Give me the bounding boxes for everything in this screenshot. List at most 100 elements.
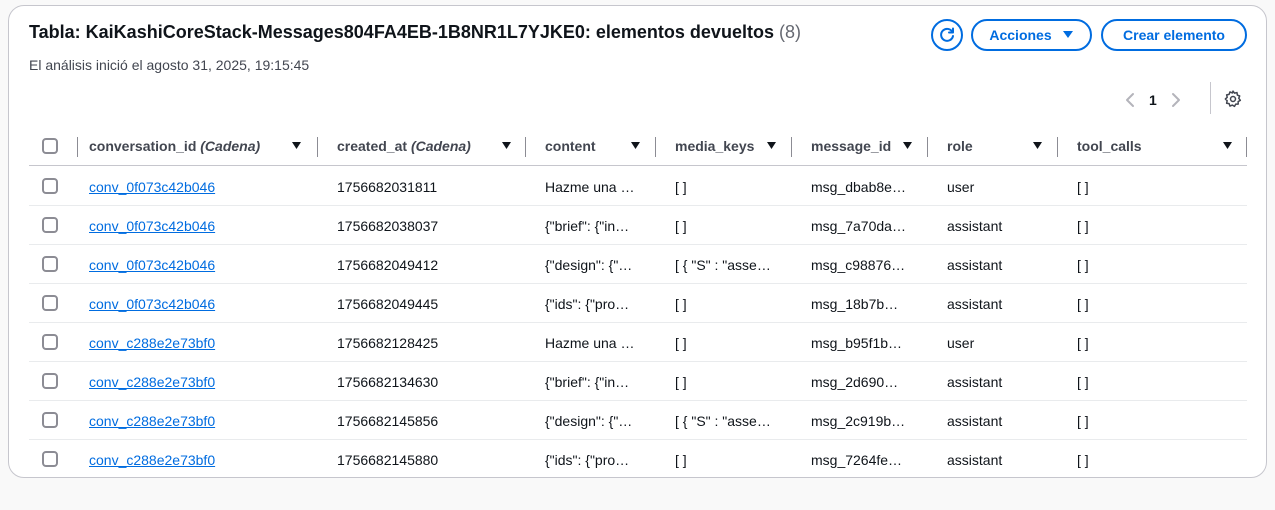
column-divider[interactable] [1057,137,1058,157]
sort-caret-icon[interactable] [1222,141,1233,151]
cell-value: [ ] [1077,451,1089,468]
conversation-id-link[interactable]: conv_c288e2e73bf0 [89,452,215,468]
table-row[interactable]: conv_c288e2e73bf0 1756682128425 Hazme una … [29,323,1247,362]
cell-message-id: msg_18b7b… [811,284,921,323]
refresh-button[interactable] [931,19,963,51]
column-header-media-keys[interactable]: media_keys [675,126,754,166]
column-divider [1246,137,1247,157]
cell-value: {"brief": {"in… [545,373,630,390]
column-header-created-at[interactable]: created_at (Cadena) [337,126,471,166]
cell-value: assistant [947,256,1003,273]
cell-media-keys: [ ] [675,440,785,479]
cell-content: {"ids": {"pro… [545,440,649,479]
conversation-id-link[interactable]: conv_0f073c42b046 [89,179,215,195]
chevron-right-icon[interactable] [1171,92,1181,108]
column-header-role[interactable]: role [947,126,973,166]
cell-value: 1756682145880 [337,451,439,468]
conversation-id-link[interactable]: conv_0f073c42b046 [89,218,215,234]
cell-content: {"design": {"… [545,245,649,284]
cell-role: assistant [947,284,1052,323]
gear-icon [1224,90,1242,108]
sort-caret-icon[interactable] [766,141,777,151]
column-divider[interactable] [525,137,526,157]
cell-created-at: 1756682128425 [337,323,517,362]
cell-value: [ ] [1077,256,1089,273]
cell-value: msg_c98876… [811,256,906,273]
column-divider[interactable] [791,137,792,157]
cell-value: 1756682145856 [337,412,439,429]
row-checkbox[interactable] [42,334,58,350]
cell-conversation-id: conv_c288e2e73bf0 [89,362,309,401]
sort-caret-icon[interactable] [291,141,302,151]
table-row[interactable]: conv_0f073c42b046 1756682031811 Hazme una … [29,167,1247,206]
column-divider[interactable] [927,137,928,157]
cell-message-id: msg_2c919b… [811,401,921,440]
cell-value: msg_7a70da… [811,217,906,234]
cell-value: [ ] [675,295,687,312]
cell-tool-calls: [ ] [1077,440,1227,479]
cell-role: assistant [947,440,1052,479]
cell-media-keys: [ ] [675,206,785,245]
refresh-icon [940,27,954,42]
table-row[interactable]: conv_c288e2e73bf0 1756682134630 {"brief": … [29,362,1247,401]
table-row[interactable]: conv_c288e2e73bf0 1756682145880 {"ids": {"… [29,440,1247,479]
row-checkbox[interactable] [42,295,58,311]
column-divider[interactable] [317,137,318,157]
column-header-content[interactable]: content [545,126,596,166]
row-checkbox[interactable] [42,256,58,272]
caret-down-icon [1062,31,1073,38]
cell-value: msg_7264fe… [811,451,903,468]
cell-value: [ { "S" : "asse… [675,256,771,273]
row-checkbox[interactable] [42,412,58,428]
pagination: 1 [1125,90,1181,110]
conversation-id-link[interactable]: conv_0f073c42b046 [89,296,215,312]
column-header-conversation-id[interactable]: conversation_id (Cadena) [89,126,260,166]
sort-caret-icon[interactable] [1032,141,1043,151]
cell-tool-calls: [ ] [1077,323,1227,362]
table-row[interactable]: conv_0f073c42b046 1756682038037 {"brief": … [29,206,1247,245]
cell-role: assistant [947,245,1052,284]
preferences-button[interactable] [1222,88,1244,110]
select-all-checkbox[interactable] [42,138,58,154]
actions-dropdown-button[interactable]: Acciones [971,19,1092,51]
conversation-id-link[interactable]: conv_c288e2e73bf0 [89,413,215,429]
cell-conversation-id: conv_c288e2e73bf0 [89,323,309,362]
table-row[interactable]: conv_0f073c42b046 1756682049445 {"ids": {"… [29,284,1247,323]
cell-value: 1756682128425 [337,334,439,351]
cell-value: [ ] [675,217,687,234]
sort-caret-icon[interactable] [501,141,512,151]
cell-value: [ ] [675,373,687,390]
row-checkbox[interactable] [42,178,58,194]
table-row[interactable]: conv_c288e2e73bf0 1756682145856 {"design":… [29,401,1247,440]
cell-value: {"design": {"… [545,412,633,429]
table-panel: Tabla: KaiKashiCoreStack-Messages804FA4E… [8,5,1267,478]
column-divider[interactable] [655,137,656,157]
chevron-left-icon[interactable] [1125,92,1135,108]
cell-media-keys: [ ] [675,323,785,362]
cell-value: [ ] [1077,178,1089,195]
row-checkbox[interactable] [42,373,58,389]
cell-value: assistant [947,295,1003,312]
cell-media-keys: [ ] [675,167,785,206]
cell-value: [ ] [1077,373,1089,390]
sort-caret-icon[interactable] [630,141,641,151]
pagination-divider [1210,82,1211,114]
column-header-message-id[interactable]: message_id [811,126,891,166]
cell-media-keys: [ ] [675,362,785,401]
cell-value: {"design": {"… [545,256,633,273]
column-header-tool-calls[interactable]: tool_calls [1077,126,1142,166]
current-page[interactable]: 1 [1149,92,1157,108]
cell-conversation-id: conv_0f073c42b046 [89,206,309,245]
cell-value: {"ids": {"pro… [545,451,630,468]
table-row[interactable]: conv_0f073c42b046 1756682049412 {"design":… [29,245,1247,284]
row-checkbox[interactable] [42,451,58,467]
cell-value: user [947,334,975,351]
row-checkbox[interactable] [42,217,58,233]
cell-role: assistant [947,401,1052,440]
conversation-id-link[interactable]: conv_c288e2e73bf0 [89,335,215,351]
conversation-id-link[interactable]: conv_0f073c42b046 [89,257,215,273]
cell-value: {"ids": {"pro… [545,295,630,312]
sort-caret-icon[interactable] [902,141,913,151]
create-item-button[interactable]: Crear elemento [1101,19,1247,51]
conversation-id-link[interactable]: conv_c288e2e73bf0 [89,374,215,390]
